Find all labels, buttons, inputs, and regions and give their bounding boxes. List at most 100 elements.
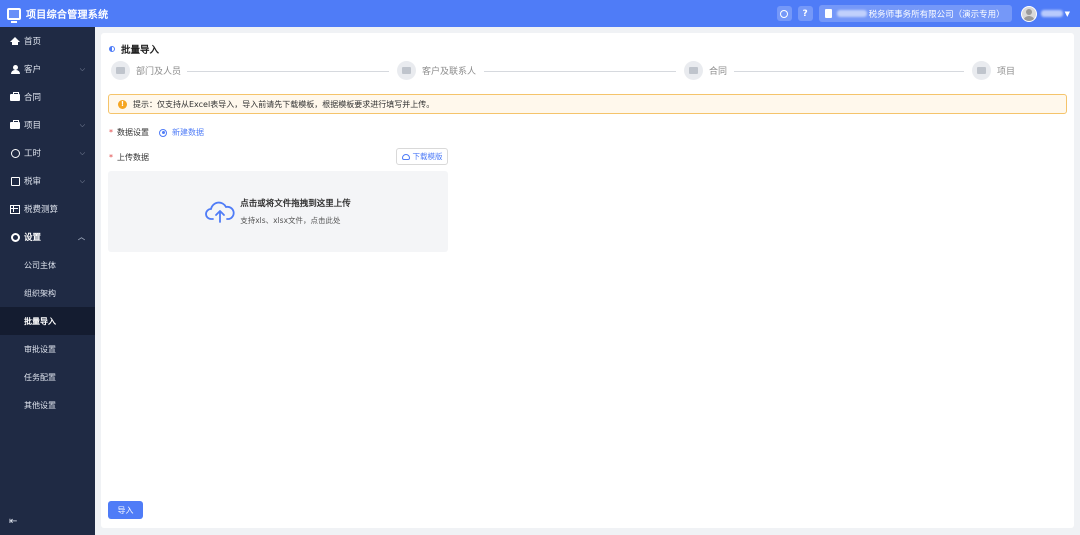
- user-menu[interactable]: ▼: [1020, 5, 1070, 22]
- refresh-button[interactable]: [776, 6, 792, 21]
- data-setting-label: 数据设置: [117, 128, 149, 137]
- upload-row: * 上传数据: [109, 152, 149, 163]
- company-name-blurred: [836, 10, 867, 17]
- sidebar-subitem-batch-import[interactable]: 批量导入: [0, 307, 95, 335]
- sidebar-item-contract[interactable]: 合同: [0, 83, 95, 111]
- chevron-down-icon: ⌵: [79, 148, 85, 157]
- download-template-button[interactable]: 下载模版: [396, 148, 448, 165]
- contacts-icon: [397, 61, 416, 80]
- chevron-down-icon: ⌵: [79, 176, 85, 185]
- dropzone-content: 点击或将文件拖拽到这里上传 支持xls、xlsx文件，点击此处: [205, 197, 351, 226]
- gear-icon: [10, 232, 20, 242]
- dropzone-title: 点击或将文件拖拽到这里上传: [240, 199, 351, 209]
- dropzone-text: 点击或将文件拖拽到这里上传 支持xls、xlsx文件，点击此处: [240, 197, 351, 226]
- sidebar-item-customer[interactable]: 客户 ⌵: [0, 55, 95, 83]
- refresh-icon: [780, 9, 789, 18]
- step-label: 部门及人员: [136, 67, 182, 77]
- edit-icon: [10, 176, 20, 186]
- warning-icon: !: [118, 99, 127, 109]
- required-mark: *: [109, 153, 113, 162]
- contract-icon: [684, 61, 703, 80]
- new-data-radio[interactable]: [159, 128, 167, 137]
- sidebar-subitem-label: 公司主体: [24, 260, 56, 270]
- sidebar-subitem-label: 其他设置: [24, 400, 56, 410]
- step-department[interactable]: 部门及人员: [111, 61, 181, 80]
- sidebar-item-label: 设置: [24, 233, 42, 243]
- avatar: [1020, 5, 1037, 22]
- sidebar-subitem-other[interactable]: 其他设置: [0, 391, 95, 419]
- caret-down-icon: ▼: [1064, 9, 1070, 18]
- data-setting-row: * 数据设置 新建数据: [109, 127, 204, 138]
- cloud-upload-icon: [205, 201, 235, 223]
- sidebar-item-label: 首页: [24, 37, 42, 47]
- top-header: 项目综合管理系统 ? 税务师事务所有限公司（演示专用） ▼: [0, 0, 1080, 27]
- sidebar-item-label: 客户: [24, 65, 42, 75]
- sidebar-item-settings[interactable]: 设置 ︿: [0, 223, 95, 251]
- page-title: 批量导入: [109, 42, 159, 56]
- brand[interactable]: 项目综合管理系统: [0, 6, 109, 23]
- sidebar: 首页 客户 ⌵ 合同 项目 ⌵ 工时 ⌵ 税审 ⌵ 税费测算 设置 ︿ 公司主体…: [0, 27, 95, 535]
- clock-icon: [10, 148, 20, 158]
- import-tip-alert: ! 提示：仅支持从Excel表导入，导入前请先下载模板，根据模板要求进行填写并上…: [108, 94, 1067, 114]
- step-label: 客户及联系人: [422, 67, 477, 77]
- import-button[interactable]: 导入: [108, 501, 143, 519]
- sidebar-item-timesheet[interactable]: 工时 ⌵: [0, 139, 95, 167]
- main-panel: 批量导入 部门及人员 客户及联系人 合同 项目 ! 提示：仅支持从Excel表导…: [101, 33, 1074, 528]
- step-connector: [734, 71, 964, 72]
- sidebar-subitem-label: 批量导入: [24, 316, 56, 326]
- cloud-download-icon: [401, 153, 410, 160]
- new-data-radio-label[interactable]: 新建数据: [172, 127, 204, 138]
- step-connector: [484, 71, 676, 72]
- import-steps: 部门及人员 客户及联系人 合同 项目: [111, 61, 1066, 83]
- dropzone-hint: 支持xls、xlsx文件，点击此处: [240, 216, 341, 225]
- folder-icon: [10, 119, 20, 130]
- sidebar-item-label: 税审: [24, 177, 42, 187]
- company-selector[interactable]: 税务师事务所有限公司（演示专用）: [818, 5, 1012, 22]
- sidebar-subitem-approval[interactable]: 审批设置: [0, 335, 95, 363]
- half-circle-icon: [109, 46, 115, 52]
- folder-icon: [972, 61, 991, 80]
- step-label: 项目: [997, 67, 1016, 77]
- step-label: 合同: [709, 67, 728, 77]
- sidebar-item-label: 合同: [24, 93, 42, 103]
- sidebar-item-home[interactable]: 首页: [0, 27, 95, 55]
- username-blurred: [1040, 10, 1063, 17]
- sidebar-item-label: 工时: [24, 149, 42, 159]
- alert-text: 提示：仅支持从Excel表导入，导入前请先下载模板，根据模板要求进行填写并上传。: [133, 99, 435, 109]
- sidebar-item-tax-audit[interactable]: 税审 ⌵: [0, 167, 95, 195]
- page-title-text: 批量导入: [121, 45, 160, 56]
- help-button[interactable]: ?: [797, 6, 813, 21]
- collapse-sidebar-icon[interactable]: ⇤: [9, 516, 17, 527]
- sidebar-subitem-label: 任务配置: [24, 372, 56, 382]
- user-icon: [10, 64, 20, 74]
- step-connector: [187, 71, 389, 72]
- sidebar-item-project[interactable]: 项目 ⌵: [0, 111, 95, 139]
- monitor-logo-icon: [7, 7, 21, 23]
- upload-dropzone[interactable]: 点击或将文件拖拽到这里上传 支持xls、xlsx文件，点击此处: [108, 171, 448, 252]
- briefcase-icon: [10, 91, 20, 102]
- sidebar-subitem-company[interactable]: 公司主体: [0, 251, 95, 279]
- calculator-icon: [10, 204, 20, 214]
- help-icon: ?: [802, 8, 808, 19]
- sidebar-subitem-label: 审批设置: [24, 344, 56, 354]
- sidebar-item-tax-calc[interactable]: 税费测算: [0, 195, 95, 223]
- upload-label: 上传数据: [117, 153, 149, 162]
- sidebar-item-label: 税费测算: [24, 205, 59, 215]
- briefcase-icon: [111, 61, 130, 80]
- sidebar-subitem-task[interactable]: 任务配置: [0, 363, 95, 391]
- company-name: 税务师事务所有限公司（演示专用）: [868, 9, 1005, 20]
- step-customer[interactable]: 客户及联系人: [397, 61, 476, 80]
- home-icon: [10, 36, 20, 46]
- step-project[interactable]: 项目: [972, 61, 1015, 80]
- sidebar-subitem-label: 组织架构: [24, 288, 56, 298]
- sidebar-subitem-org[interactable]: 组织架构: [0, 279, 95, 307]
- download-template-label: 下载模版: [412, 152, 443, 161]
- app-title: 项目综合管理系统: [26, 10, 109, 21]
- sidebar-item-label: 项目: [24, 121, 42, 131]
- required-mark: *: [109, 128, 113, 137]
- step-contract[interactable]: 合同: [684, 61, 727, 80]
- chevron-down-icon: ⌵: [79, 120, 85, 129]
- chevron-up-icon: ︿: [78, 233, 85, 241]
- header-actions: ? 税务师事务所有限公司（演示专用） ▼: [771, 0, 1080, 27]
- document-icon: [824, 9, 832, 18]
